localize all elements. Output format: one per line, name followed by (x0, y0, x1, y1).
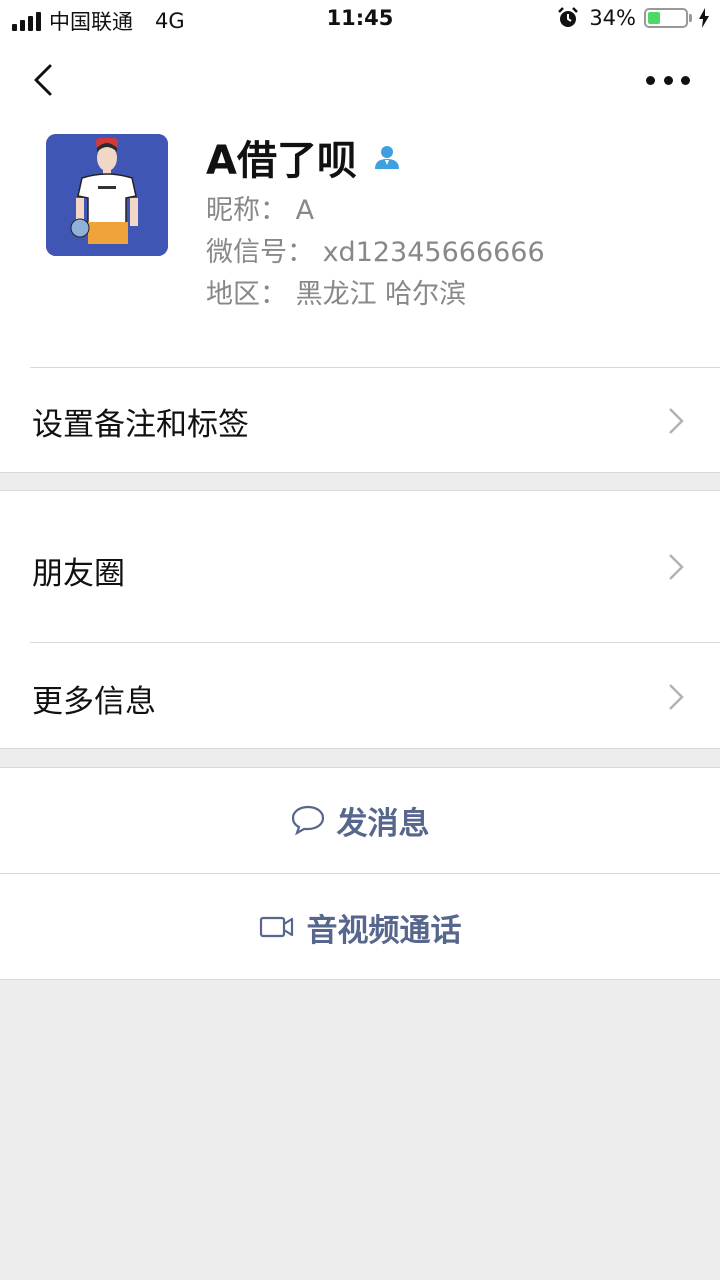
alarm-icon (558, 7, 579, 27)
battery-icon (644, 8, 688, 28)
more-icon[interactable] (646, 68, 690, 92)
more-info-label: 更多信息 (32, 684, 156, 720)
info-section: 朋友圈 更多信息 (0, 490, 720, 749)
moments-row[interactable]: 朋友圈 (0, 490, 720, 642)
more-info-row[interactable]: 更多信息 (0, 643, 720, 749)
video-call-button[interactable]: 音视频通话 (0, 874, 720, 980)
status-right: 34% (557, 6, 710, 30)
send-message-label: 发消息 (336, 805, 430, 842)
nickname: 昵称： A (206, 195, 315, 226)
contact-icon (374, 146, 399, 169)
video-camera-icon (259, 916, 293, 938)
remark-tags-row[interactable]: 设置备注和标签 (0, 367, 720, 473)
avatar[interactable] (46, 134, 168, 256)
nav-bar (0, 40, 720, 124)
send-message-button[interactable]: 发消息 (0, 767, 720, 873)
avatar-illustration (46, 134, 168, 256)
actions-section: 发消息 音视频通话 (0, 767, 720, 980)
remark-section: 设置备注和标签 (0, 367, 720, 473)
remark-tags-label: 设置备注和标签 (32, 407, 249, 443)
chevron-right-icon (669, 554, 684, 580)
wechat-id: 微信号： xd12345666666 (206, 237, 545, 268)
name-row: A借了呗 (206, 128, 401, 186)
battery-percent: 34% (589, 6, 636, 30)
display-name: A借了呗 (206, 138, 357, 184)
chevron-right-icon (669, 684, 684, 710)
back-icon[interactable] (28, 62, 68, 102)
region: 地区： 黑龙江 哈尔滨 (206, 279, 467, 310)
video-call-label: 音视频通话 (306, 912, 462, 949)
status-bar: 中国联通 4G 11:45 34% (0, 0, 720, 40)
chat-bubble-icon (291, 805, 324, 836)
charging-icon (699, 8, 709, 28)
moments-label: 朋友圈 (32, 556, 125, 592)
chevron-right-icon (669, 408, 684, 434)
profile-header: A借了呗 昵称： A 微信号： xd12345666666 地区： 黑龙江 哈尔… (0, 124, 720, 367)
